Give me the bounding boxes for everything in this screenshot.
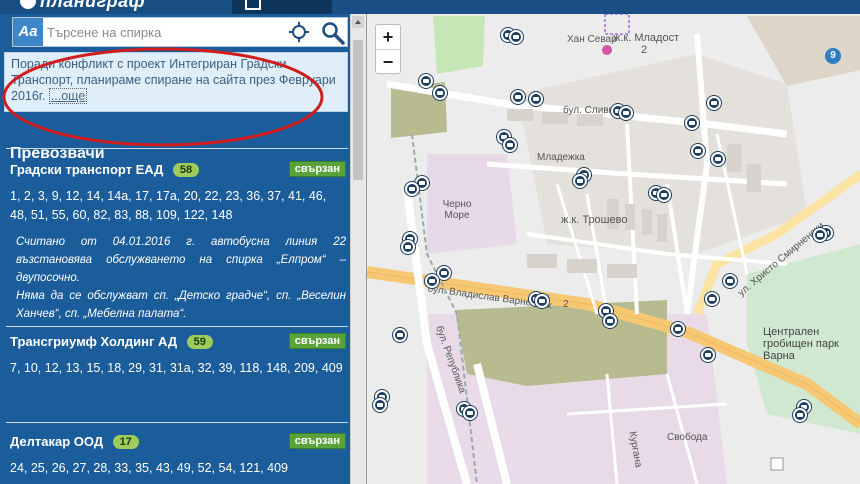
operator-lines: 7, 10, 12, 13, 15, 18, 29, 31, 31а, 32, … [10,361,343,375]
operator-item[interactable]: Трансгриумф Холдинг АД 59 свързан 7, 10,… [10,333,346,378]
bus-stop-marker[interactable] [503,138,517,152]
bus-stop-marker[interactable] [425,274,439,288]
operator-name: Градски транспорт ЕАД [10,162,164,177]
operator-status-badge: свързан [288,433,346,449]
bus-stop-marker[interactable] [711,152,725,166]
map-label: Младежка [537,152,585,163]
operator-name: Делтакар ООД [10,434,104,449]
operator-count-badge: 59 [186,335,213,349]
bus-stop-marker[interactable] [793,408,807,422]
map-label: 2 [563,299,569,310]
bus-stop-marker[interactable] [603,314,617,328]
bus-stop-marker[interactable] [419,74,433,88]
bus-stop-marker[interactable] [535,294,549,308]
font-size-button[interactable]: Aa [13,18,43,46]
operator-count-badge: 17 [112,435,139,449]
divider [6,422,348,423]
bus-stop-marker[interactable] [701,348,715,362]
sidebar: Aa Поради конфликт с проект Интегриран Г… [0,14,358,484]
logo-icon [20,0,36,9]
bus-stop-marker[interactable] [437,266,451,280]
operator-status-badge: свързан [288,161,346,177]
app-logo[interactable]: планиграф [20,0,145,12]
locate-icon[interactable] [289,22,309,42]
bus-stop-marker[interactable] [511,90,525,104]
operator-count-badge: 58 [172,163,200,177]
map-label: Централен гробищен парк Варна [763,326,839,362]
bus-stop-marker[interactable] [509,30,523,44]
operator-status-badge: свързан [288,333,346,349]
bus-stop-marker[interactable] [529,92,543,106]
operator-name: Трансгриумф Холдинг АД [10,334,178,349]
operator-note: Няма да се обслужват сп. „Детско градче“… [16,290,346,320]
bus-stop-marker[interactable] [705,292,719,306]
map-label: Хан Севар [567,34,617,45]
map-view[interactable]: + − Хан Севар ж.к. Младост 2 бул. Сливни… [366,14,860,484]
bus-stop-marker[interactable] [433,86,447,100]
operator-lines: 24, 25, 26, 27, 28, 33, 35, 43, 49, 52, … [10,461,289,475]
map-label: Черно Море [442,199,472,221]
bus-stop-marker[interactable] [373,398,387,412]
site-notice: Поради конфликт с проект Интегриран Град… [4,52,348,112]
zoom-in-button[interactable]: + [376,25,400,50]
logo-text: планиграф [40,0,146,11]
top-bar: планиграф [0,0,860,14]
operator-item[interactable]: Делтакар ООД 17 свързан 24, 25, 26, 27, … [10,433,346,478]
bus-stop-marker[interactable] [691,144,705,158]
scroll-up-arrow[interactable] [352,16,364,28]
divider [6,148,348,149]
bus-stop-marker[interactable] [671,322,685,336]
map-label: ж.к. Трошево [561,214,628,226]
bus-stop-marker[interactable] [657,188,671,202]
search-icon[interactable] [321,21,345,45]
operator-item[interactable]: Градски транспорт ЕАД 58 свързан 1, 2, 3… [10,161,346,323]
bus-stop-marker[interactable] [405,182,419,196]
bus-stop-marker[interactable] [393,328,407,342]
bus-stop-marker[interactable] [723,274,737,288]
bus-stop-marker[interactable] [573,174,587,188]
scrollbar-thumb[interactable] [353,40,363,180]
notice-more-link[interactable]: ...още [48,88,88,104]
bus-stop-marker[interactable] [813,228,827,242]
bus-stop-marker[interactable] [463,406,477,420]
bus-stop-marker[interactable] [619,106,633,120]
bus-stop-marker[interactable] [707,96,721,110]
bus-stop-marker[interactable] [401,240,415,254]
divider [6,326,348,327]
operator-note: Считано от 04.01.2016 г. автобусна линия… [16,236,346,284]
map-tab-icon [245,0,261,10]
search-bar: Aa [12,17,348,47]
zoom-out-button[interactable]: − [376,50,400,75]
map-marker-badge[interactable]: 9 [825,48,841,64]
map-label: ж.к. Младост [613,32,680,44]
operator-lines: 1, 2, 3, 9, 12, 14, 14а, 17, 17а, 20, 22… [10,189,327,222]
stop-search-input[interactable] [47,21,277,43]
map-label: 2 [641,44,648,56]
bus-stop-marker[interactable] [685,116,699,130]
map-label: Свобода [667,432,708,443]
zoom-control: + − [375,24,401,74]
